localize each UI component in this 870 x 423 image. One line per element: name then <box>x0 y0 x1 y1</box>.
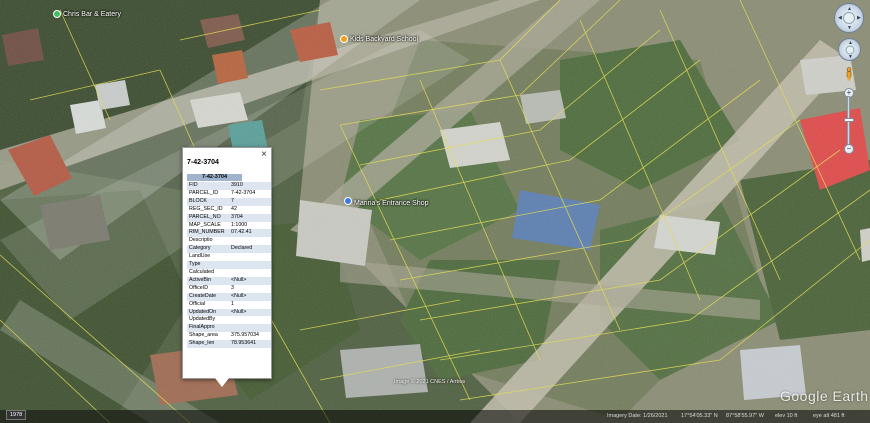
latitude-readout: 17°54'05.33" N <box>681 413 718 419</box>
satellite-map[interactable]: Chris Bar & Eatery Kids Backyard School … <box>0 0 870 423</box>
attribute-value: 42 <box>229 205 271 214</box>
attribute-table-header: 7-42-3704 <box>187 174 242 181</box>
attribute-value: <Null> <box>229 276 271 285</box>
move-joystick[interactable]: ▲ ▼ <box>838 38 861 61</box>
attribute-value: 1 <box>229 300 271 309</box>
attribute-row: Shape_len 78.953641 <box>187 340 271 349</box>
attribute-table: FID 3910 PARCEL_ID 7-42-3704 BLOCK 7 REG_SEC_I… <box>187 182 271 349</box>
attribute-value <box>229 261 271 269</box>
attribute-key: Shape_len <box>187 340 229 349</box>
attribute-key: OfficeID <box>187 284 229 293</box>
place-label[interactable]: Kids Backyard School <box>350 36 418 43</box>
attribute-row: FID 3910 <box>187 182 271 190</box>
attribute-row: Official 1 <box>187 300 271 309</box>
attribute-value <box>229 324 271 333</box>
longitude-readout: 87°58'55.97" W <box>726 413 764 419</box>
attribute-row: CreateDate <Null> <box>187 292 271 301</box>
attribute-row: Shape_area 375.957034 <box>187 332 271 341</box>
move-center[interactable] <box>845 45 854 54</box>
attribute-row: ActiveBin <Null> <box>187 276 271 285</box>
attribute-key: Calculated <box>187 268 229 277</box>
attribute-row: MAP_SCALE 1:1000 <box>187 221 271 230</box>
attribute-key: REG_SEC_ID <box>187 205 229 214</box>
attribute-value: 07.42.41 <box>229 229 271 238</box>
attribute-key: Descriptio <box>187 237 229 246</box>
attribute-row: PARCEL_NO 3704 <box>187 213 271 222</box>
place-label[interactable]: Marina's Entrance Shop <box>354 200 429 207</box>
attribute-key: CreateDate <box>187 292 229 301</box>
aerial-imagery <box>0 0 870 423</box>
attribute-value <box>229 237 271 246</box>
attribute-value: 3910 <box>229 182 271 190</box>
close-icon[interactable]: × <box>261 149 267 161</box>
attribute-row: RIM_NUMBER 07.42.41 <box>187 229 271 238</box>
attribute-key: ActiveBin <box>187 276 229 285</box>
attribute-value: 78.953641 <box>229 340 271 349</box>
attribute-value: 3704 <box>229 213 271 222</box>
attribute-value: 7 <box>229 197 271 206</box>
eye-altitude-readout: eye alt 481 ft <box>813 413 845 419</box>
place-pin-icon[interactable] <box>53 10 61 18</box>
imagery-credit: Image © 2021 CNES / Airbus <box>394 379 466 385</box>
attribute-key: Category <box>187 245 229 254</box>
status-bar: Imagery Date: 1/26/2021 17°54'05.33" N 8… <box>0 410 870 423</box>
attribute-row: FinalAppro <box>187 324 271 333</box>
place-pin-icon[interactable] <box>344 197 352 205</box>
attribute-row: Type <box>187 261 271 269</box>
attribute-key: Official <box>187 300 229 309</box>
attribute-row: OfficeID 3 <box>187 284 271 293</box>
imagery-date: Imagery Date: 1/26/2021 <box>607 413 668 419</box>
arrow-down-icon[interactable]: ▼ <box>848 55 853 60</box>
attribute-key: FinalAppro <box>187 324 229 333</box>
attribute-value: 7-42-3704 <box>229 189 271 198</box>
attribute-row: BLOCK 7 <box>187 197 271 206</box>
attribute-value: 375.957034 <box>229 332 271 341</box>
attribute-key: PARCEL_NO <box>187 213 229 222</box>
attribute-key: UpdatedBy <box>187 316 229 325</box>
attribute-row: LandUse <box>187 253 271 262</box>
attribute-row: REG_SEC_ID 42 <box>187 205 271 214</box>
attribute-key: BLOCK <box>187 197 229 206</box>
attribute-row: Calculated <box>187 268 271 277</box>
attribute-key: MAP_SCALE <box>187 221 229 230</box>
look-center[interactable] <box>843 12 855 24</box>
attribute-key: PARCEL_ID <box>187 189 229 198</box>
arrow-up-icon[interactable]: ▲ <box>848 41 853 46</box>
zoom-out-button[interactable]: − <box>844 144 854 154</box>
attribute-value: Declared <box>229 245 271 254</box>
attribute-value: 1:1000 <box>229 221 271 230</box>
popup-title: 7-42-3704 <box>187 159 219 166</box>
attribute-row: Category Declared <box>187 245 271 254</box>
attribute-key: RIM_NUMBER <box>187 229 229 238</box>
look-joystick[interactable]: ▲ ▼ ◀ ▶ <box>834 3 864 33</box>
historical-imagery-year[interactable]: 1978 <box>6 410 27 420</box>
place-label[interactable]: Chris Bar & Eatery <box>63 11 121 18</box>
place-pin-icon[interactable] <box>340 35 348 43</box>
attribute-key: FID <box>187 182 229 190</box>
attribute-value: 3 <box>229 284 271 293</box>
attribute-key: UpdatedOn <box>187 308 229 317</box>
attribute-key: Shape_area <box>187 332 229 341</box>
zoom-thumb[interactable] <box>844 118 854 122</box>
arrow-left-icon[interactable]: ◀ <box>838 16 842 21</box>
attribute-key: Type <box>187 261 229 269</box>
attribute-row: PARCEL_ID 7-42-3704 <box>187 189 271 198</box>
attribute-row: UpdatedOn <Null> <box>187 308 271 317</box>
attribute-value <box>229 268 271 277</box>
attribute-value <box>229 253 271 262</box>
arrow-right-icon[interactable]: ▶ <box>857 16 861 21</box>
attribute-key: LandUse <box>187 253 229 262</box>
attribute-row: Descriptio <box>187 237 271 246</box>
elevation-readout: elev 10 ft <box>775 413 798 419</box>
parcel-info-popup: × 7-42-3704 7-42-3704 FID 3910 PARCEL_ID 7-… <box>182 147 272 387</box>
zoom-slider[interactable]: + − <box>844 88 854 154</box>
arrow-down-icon[interactable]: ▼ <box>847 26 852 31</box>
street-view-pegman-icon[interactable] <box>845 67 853 81</box>
attribute-value: <Null> <box>229 308 271 317</box>
attribute-value <box>229 316 271 325</box>
arrow-up-icon[interactable]: ▲ <box>847 7 852 12</box>
attribute-value: <Null> <box>229 292 271 301</box>
attribute-row: UpdatedBy <box>187 316 271 325</box>
google-earth-watermark: Google Earth <box>780 388 869 404</box>
